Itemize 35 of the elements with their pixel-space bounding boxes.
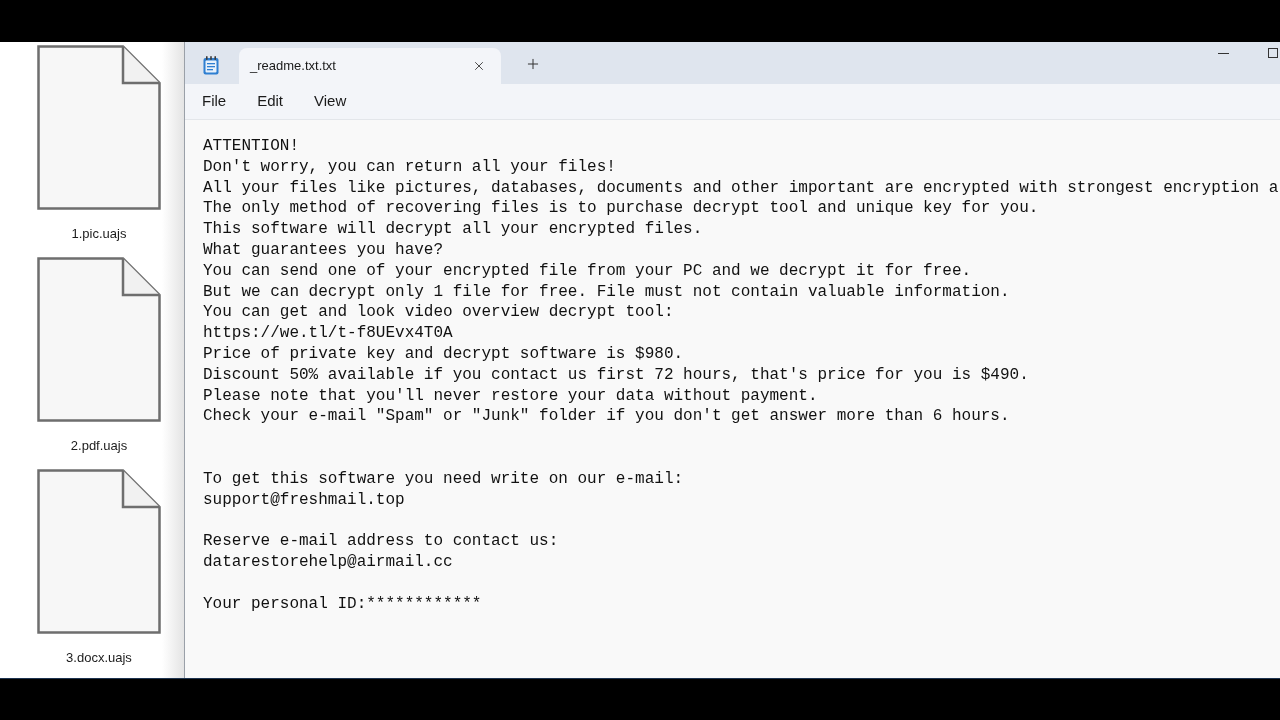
text-line: All your files like pictures, databases, documents and other important are encrypted with strongest encryption a [203,177,1279,199]
tab-title: _readme.txt.txt [250,57,336,76]
menu-item[interactable]: File [190,86,239,117]
text-line: You can send one of your encrypted file from your PC and we decrypt it for free. [203,260,972,282]
text-line: To get this software you need write on our e-mail: [203,468,684,490]
text-line: support@freshmail.top [203,489,405,511]
text-line: Reserve e-mail address to contact us: [203,531,559,552]
text-line: What guarantees you have? [203,240,444,261]
blank-file-icon [37,257,161,422]
tab[interactable]: _readme.txt.txt [239,48,501,84]
menu-item[interactable]: Edit [245,86,296,117]
text-line: Discount 50% available if you contact us first 72 hours, that's price for you is $490. [203,364,1029,386]
text-line: Check your e-mail "Spam" or "Junk" folder if you don't get answer more than 6 hours. [203,406,1010,428]
minimize-icon [1217,52,1229,54]
plus-icon [525,56,541,72]
text-line: Please note that you'll never restore your data without payment. [203,385,818,407]
close-icon [472,59,486,73]
text-line: You can get and look video overview decrypt tool: [203,302,674,324]
menu-item[interactable]: View [302,86,359,117]
blank-file-icon [37,469,161,634]
text-line: Your personal ID:************ [203,593,482,615]
notepad-icon [203,56,219,75]
text-line: This software will decrypt all your encrypted files. [203,219,703,240]
text-line: Don't worry, you can return all your files! [203,156,616,178]
maximize-icon [1268,48,1278,58]
file-name[interactable]: 3.docx.uajs [66,650,132,666]
blank-file-icon [37,45,161,210]
text-line: The only method of recovering files is to purchase decrypt tool and unique key for you. [203,198,1039,220]
file-name[interactable]: 1.pic.uajs [71,226,127,242]
file-name[interactable]: 2.pdf.uajs [70,438,128,454]
text-line: ATTENTION! [203,136,299,157]
text-line: https://we.tl/t-f8UEvx4T0A [203,323,453,344]
text-line: Price of private key and decrypt software is $980. [203,343,684,365]
text-line: But we can decrypt only 1 file for free. File must not contain valuable information. [203,281,1010,303]
text-line: datarestorehelp@airmail.cc [203,551,453,573]
